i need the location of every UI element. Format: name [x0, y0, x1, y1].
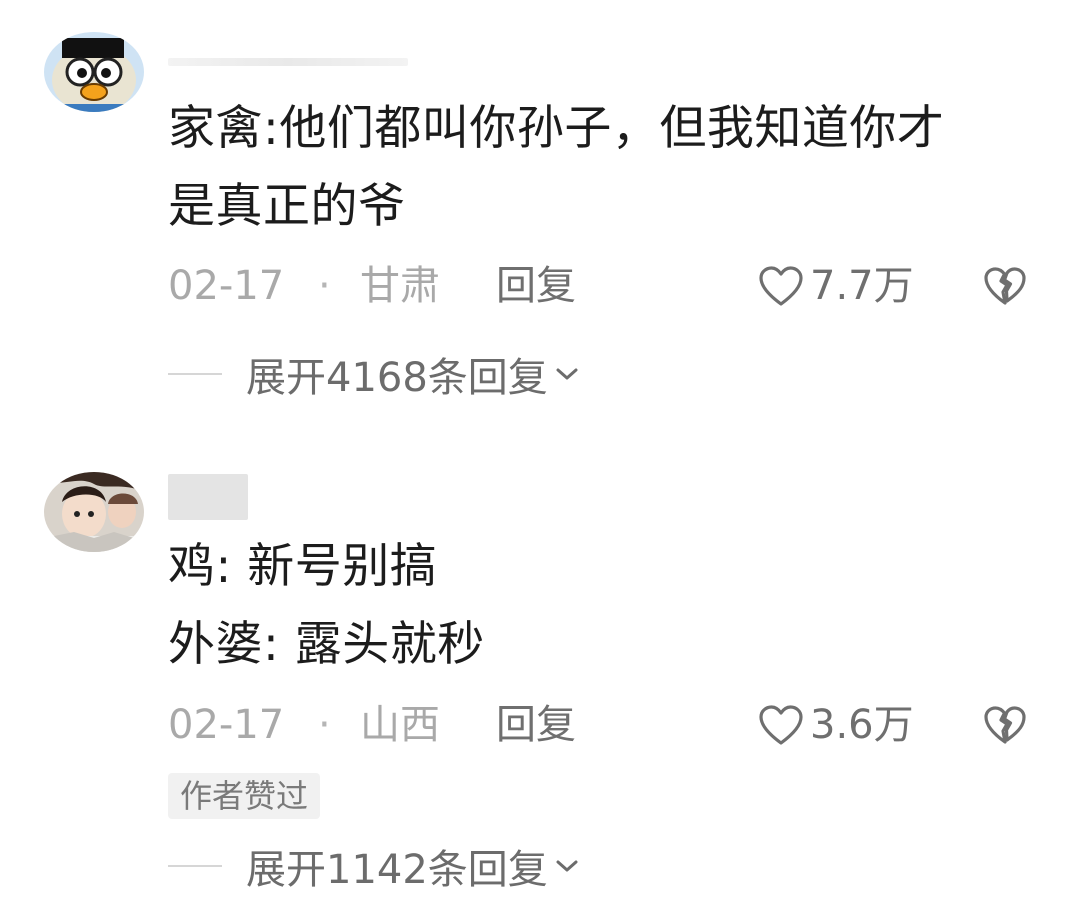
expand-replies-label: 展开1142条回复 [246, 847, 548, 893]
expand-replies-button[interactable]: 展开4168条回复 [168, 344, 580, 404]
chevron-down-icon [556, 860, 578, 872]
comment-text-line: 家禽:他们都叫你孙子，但我知道你才 [168, 101, 945, 156]
avatar[interactable] [44, 32, 144, 112]
comment-text-line: 外婆: 露头就秒 [168, 617, 485, 672]
divider-line [168, 865, 222, 867]
cartoon-face-avatar-icon [44, 32, 144, 112]
heart-outline-icon [759, 266, 803, 306]
meta-separator: · [318, 263, 331, 309]
expand-replies-label: 展开4168条回复 [246, 355, 548, 401]
heart-outline-icon [759, 705, 803, 745]
reply-button[interactable]: 回复 [496, 256, 576, 316]
broken-heart-icon[interactable] [983, 705, 1027, 745]
chevron-down-icon [556, 368, 578, 380]
username-redacted [168, 58, 408, 66]
expand-replies-button[interactable]: 展开1142条回复 [168, 836, 580, 896]
anime-character-avatar-icon [44, 472, 144, 552]
author-liked-badge: 作者赞过 [168, 773, 321, 819]
comment-meta: 02-17 · 甘肃 回复 7.7万 [168, 256, 1048, 316]
like-button[interactable]: 3.6万 [758, 695, 914, 755]
comment-text-line: 鸡: 新号别搞 [168, 539, 438, 594]
like-button[interactable]: 7.7万 [758, 256, 914, 316]
comment-meta: 02-17 · 山西 回复 3.6万 [168, 695, 1048, 755]
comment-date: 02-17 [168, 263, 285, 309]
comment-region: 甘肃 [360, 263, 440, 309]
reply-button[interactable]: 回复 [496, 695, 576, 755]
comment-text: 鸡: 新号别搞 外婆: 露头就秒 [168, 528, 1048, 684]
like-count: 3.6万 [810, 702, 914, 748]
avatar[interactable] [44, 472, 144, 552]
username-redacted [168, 474, 248, 520]
comment-text: 家禽:他们都叫你孙子，但我知道你才 是真正的爷 [168, 90, 1048, 246]
comment-date: 02-17 [168, 702, 285, 748]
like-count: 7.7万 [810, 263, 914, 309]
meta-separator: · [318, 702, 331, 748]
comment-text-line: 是真正的爷 [168, 179, 406, 234]
broken-heart-icon[interactable] [983, 266, 1027, 306]
divider-line [168, 373, 222, 375]
comment-region: 山西 [360, 702, 440, 748]
